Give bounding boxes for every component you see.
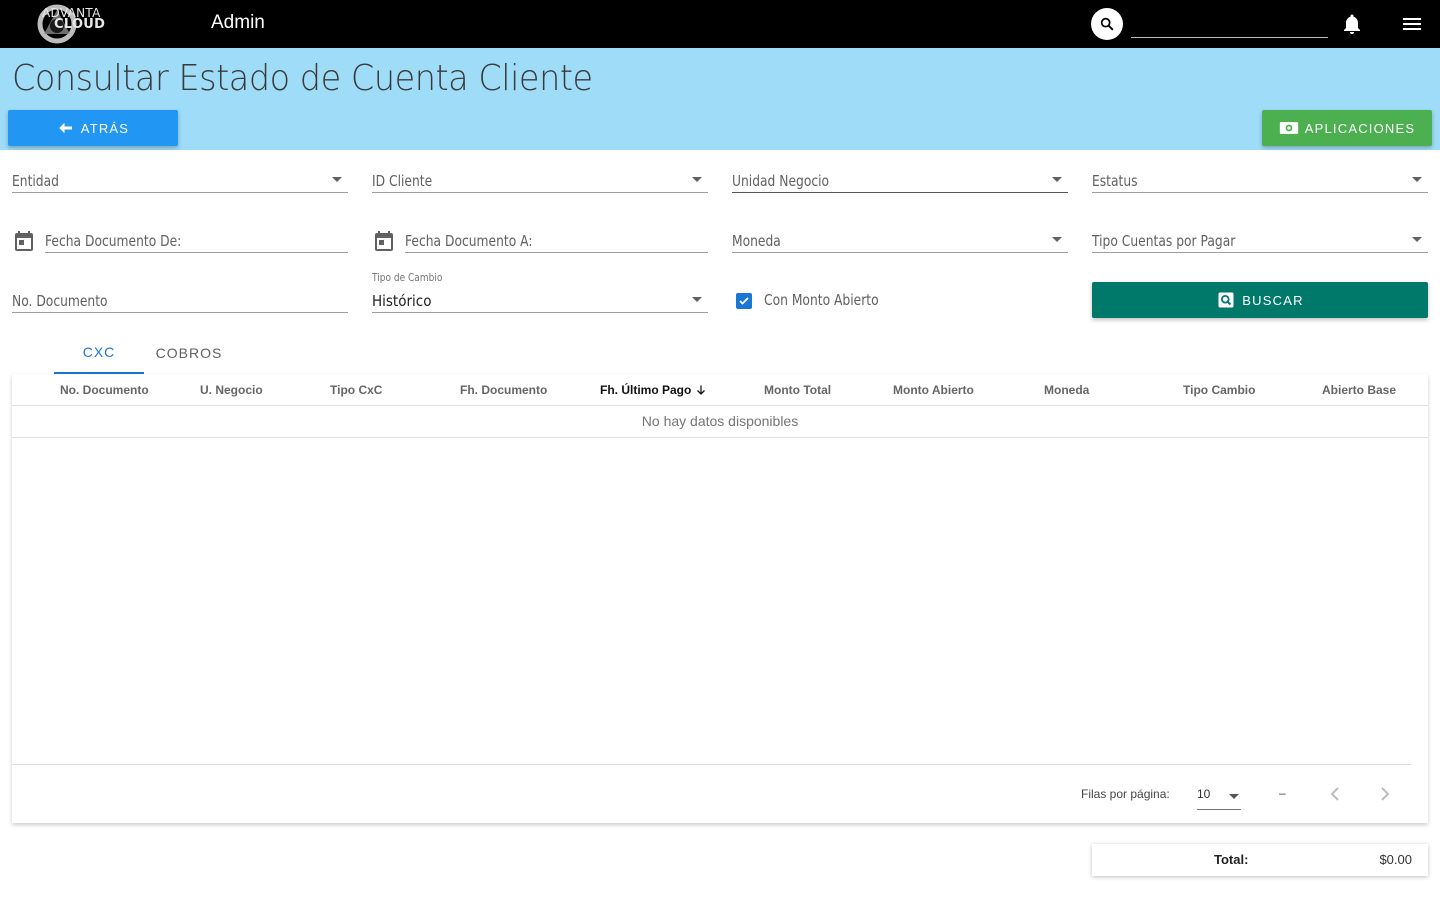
rows-per-page-value: 10 <box>1197 787 1211 801</box>
column-header-fh-ultimo-pago[interactable]: Fh. Último Pago <box>600 383 707 397</box>
estatus-select[interactable]: Estatus <box>1092 169 1428 193</box>
chevron-down-icon <box>1229 794 1239 799</box>
checkbox-check-icon <box>739 297 749 305</box>
chevron-left-icon[interactable] <box>1323 782 1347 806</box>
empty-state-row: No hay datos disponibles <box>12 406 1428 438</box>
buscar-button-label: BUSCAR <box>1242 292 1304 308</box>
moneda-label: Moneda <box>732 232 781 250</box>
fecha-de-field[interactable]: Fecha Documento De: <box>45 229 348 253</box>
id-cliente-select[interactable]: ID Cliente <box>372 169 708 193</box>
bell-icon[interactable] <box>1340 12 1364 36</box>
chevron-down-icon <box>1412 177 1422 182</box>
logo-line2: CLOUD <box>54 17 106 32</box>
column-header-tipo-cambio[interactable]: Tipo Cambio <box>1183 383 1255 397</box>
page-title: Consultar Estado de Cuenta Cliente <box>12 58 593 99</box>
arrow-left-icon <box>59 122 72 134</box>
chevron-right-icon[interactable] <box>1373 782 1397 806</box>
tipo-cambio-value: Histórico <box>372 292 432 310</box>
total-value: $0.00 <box>1379 852 1412 867</box>
unidad-negocio-label: Unidad Negocio <box>732 172 830 190</box>
con-monto-abierto-label: Con Monto Abierto <box>764 291 879 309</box>
fecha-a-label: Fecha Documento A: <box>405 232 533 250</box>
entidad-select[interactable]: Entidad <box>12 169 348 193</box>
chevron-down-icon <box>1052 177 1062 182</box>
calendar-icon[interactable] <box>12 229 36 253</box>
no-documento-field[interactable]: No. Documento <box>12 289 348 313</box>
column-header-fh-ultimo-pago-label: Fh. Último Pago <box>600 383 692 397</box>
rows-per-page-select[interactable]: 10 <box>1197 782 1241 810</box>
calendar-icon[interactable] <box>372 229 396 253</box>
tipo-cuentas-label: Tipo Cuentas por Pagar <box>1092 232 1236 250</box>
tab-cxc[interactable]: CXC <box>54 332 144 374</box>
buscar-button[interactable]: BUSCAR <box>1092 282 1428 318</box>
back-button[interactable]: ATRÁS <box>8 110 178 146</box>
global-search-input[interactable] <box>1131 10 1328 38</box>
column-header-abierto-base[interactable]: Abierto Base <box>1322 383 1396 397</box>
table-footer-divider <box>12 764 1411 765</box>
entidad-label: Entidad <box>12 172 59 190</box>
estatus-label: Estatus <box>1092 172 1138 190</box>
column-header-no-documento[interactable]: No. Documento <box>60 383 149 397</box>
fecha-de-label: Fecha Documento De: <box>45 232 182 250</box>
tab-cxc-label: CXC <box>82 344 116 360</box>
fecha-a-field[interactable]: Fecha Documento A: <box>405 229 708 253</box>
total-card: Total: $0.00 <box>1092 844 1428 876</box>
cash-icon <box>1279 122 1298 134</box>
apps-button-label: APLICACIONES <box>1304 120 1416 136</box>
tipo-cambio-label: Tipo de Cambio <box>372 271 443 284</box>
con-monto-abierto-checkbox[interactable] <box>736 293 752 309</box>
chevron-down-icon <box>332 177 342 182</box>
id-cliente-label: ID Cliente <box>372 172 433 190</box>
chevron-down-icon <box>1052 237 1062 242</box>
search-icon <box>1100 17 1114 31</box>
column-header-u-negocio[interactable]: U. Negocio <box>200 383 263 397</box>
rows-per-page-label: Filas por página: <box>1081 787 1170 801</box>
back-button-label: ATRÁS <box>80 120 130 136</box>
search-box-icon <box>1218 292 1234 308</box>
no-documento-label: No. Documento <box>12 292 108 310</box>
chevron-down-icon <box>692 177 702 182</box>
search-button[interactable] <box>1091 8 1123 40</box>
pagination-range: – <box>1279 786 1286 800</box>
table-header: No. Documento U. Negocio Tipo CxC Fh. Do… <box>12 374 1428 406</box>
column-header-fh-documento[interactable]: Fh. Documento <box>460 383 547 397</box>
tipo-cambio-select[interactable]: Tipo de Cambio Histórico <box>372 271 708 313</box>
apps-button[interactable]: APLICACIONES <box>1262 110 1432 146</box>
column-header-moneda[interactable]: Moneda <box>1044 383 1089 397</box>
chevron-down-icon <box>1412 237 1422 242</box>
logo-text: ADVANTA CLOUD <box>42 7 105 31</box>
top-app-bar: ADVANTA CLOUD Admin <box>0 0 1440 48</box>
column-header-tipo-cxc[interactable]: Tipo CxC <box>330 383 382 397</box>
app-name: Admin <box>211 12 265 33</box>
tab-cobros[interactable]: COBROS <box>144 332 234 374</box>
arrow-down-icon <box>696 385 705 395</box>
column-header-monto-abierto[interactable]: Monto Abierto <box>893 383 974 397</box>
menu-icon[interactable] <box>1400 12 1424 36</box>
tipo-cuentas-select[interactable]: Tipo Cuentas por Pagar <box>1092 229 1428 253</box>
tab-cobros-label: COBROS <box>155 345 223 361</box>
moneda-select[interactable]: Moneda <box>732 229 1068 253</box>
total-label: Total: <box>1214 852 1249 867</box>
column-header-monto-total[interactable]: Monto Total <box>764 383 831 397</box>
data-table: No. Documento U. Negocio Tipo CxC Fh. Do… <box>12 374 1428 823</box>
unidad-negocio-select[interactable]: Unidad Negocio <box>732 169 1068 193</box>
chevron-down-icon <box>692 297 702 302</box>
